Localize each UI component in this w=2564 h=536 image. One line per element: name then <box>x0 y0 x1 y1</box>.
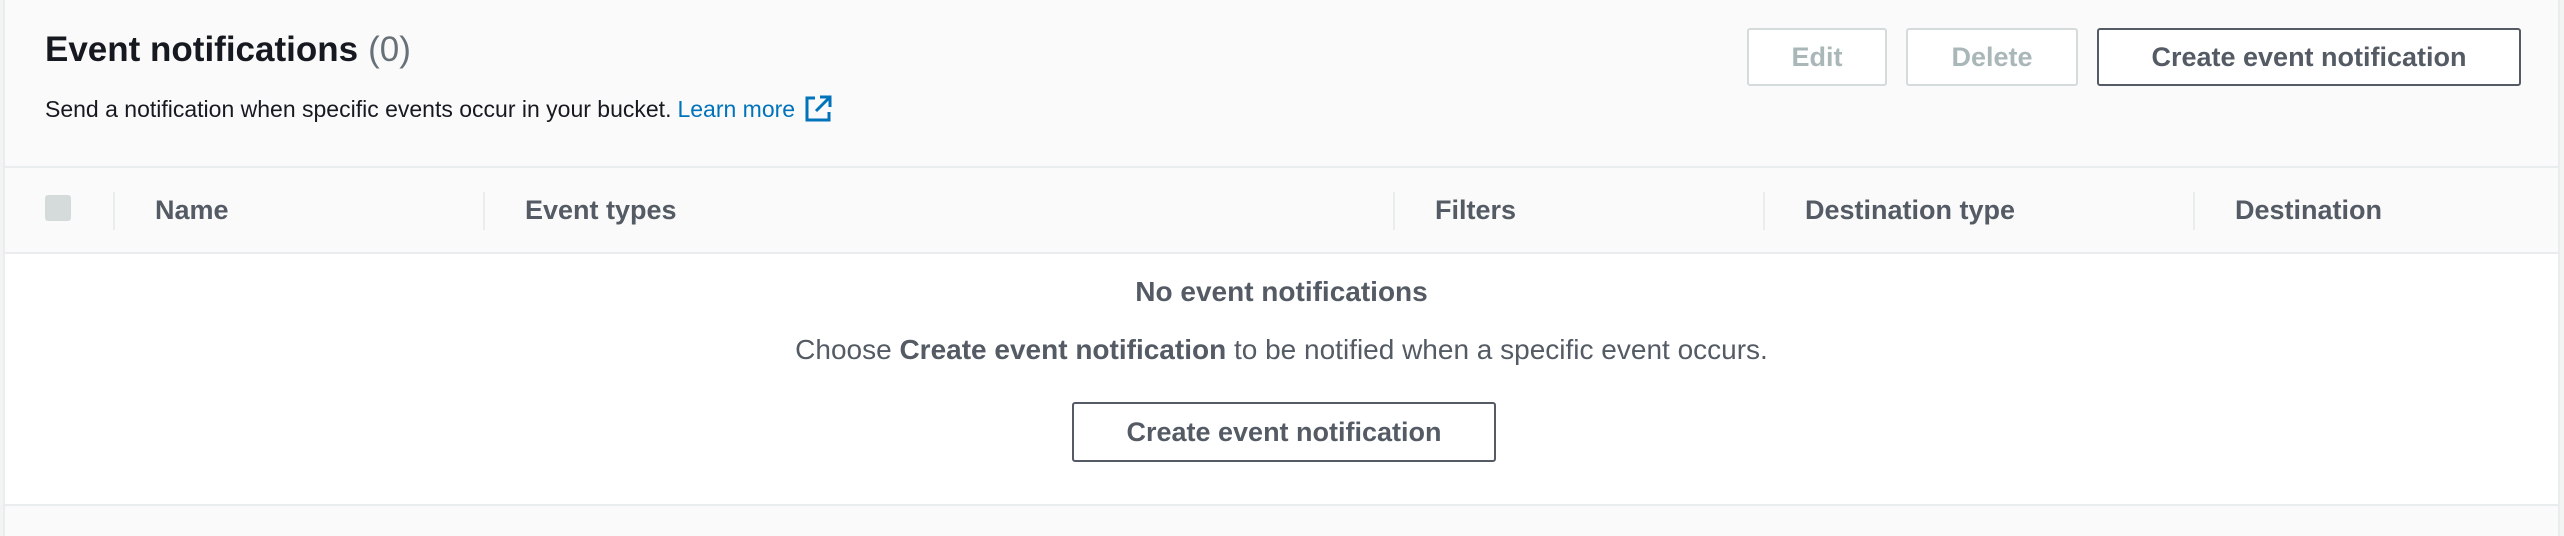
empty-state-title: No event notifications <box>1135 276 1428 307</box>
column-divider <box>2193 192 2195 230</box>
column-header-event-types[interactable]: Event types <box>525 168 677 252</box>
delete-button[interactable]: Delete <box>1906 28 2078 86</box>
create-event-notification-button[interactable]: Create event notification <box>2097 28 2521 86</box>
panel-description: Send a notification when specific events… <box>45 94 833 124</box>
panel-footer <box>5 506 2558 536</box>
empty-desc-bold: Create event notification <box>899 334 1227 365</box>
learn-more-link[interactable]: Learn more <box>677 94 833 124</box>
empty-state-description: Choose Create event notification to be n… <box>5 334 2558 366</box>
column-divider <box>1763 192 1765 230</box>
learn-more-label: Learn more <box>677 95 796 122</box>
description-text: Send a notification when specific events… <box>45 95 672 122</box>
column-divider <box>1393 192 1395 230</box>
empty-desc-suffix: to be notified when a specific event occ… <box>1226 334 1768 365</box>
column-header-destination-type[interactable]: Destination type <box>1805 168 2015 252</box>
notification-count: (0) <box>368 30 411 69</box>
column-header-filters[interactable]: Filters <box>1435 168 1516 252</box>
title-row: Event notifications (0) <box>45 30 411 70</box>
empty-create-event-notification-button[interactable]: Create event notification <box>1072 402 1496 462</box>
edit-button[interactable]: Edit <box>1747 28 1887 86</box>
select-all-checkbox[interactable] <box>45 195 71 221</box>
table-header: Name Event types Filters Destination typ… <box>5 168 2558 254</box>
page-title: Event notifications <box>45 30 359 69</box>
empty-state: No event notifications Choose Create eve… <box>5 254 2558 506</box>
external-link-icon <box>803 94 833 124</box>
event-notifications-panel: Event notifications (0) Send a notificat… <box>3 0 2560 536</box>
panel-header: Event notifications (0) Send a notificat… <box>5 0 2558 168</box>
column-divider <box>113 192 115 230</box>
column-header-name[interactable]: Name <box>155 168 229 252</box>
column-header-destination[interactable]: Destination <box>2235 168 2382 252</box>
empty-desc-prefix: Choose <box>795 334 900 365</box>
column-divider <box>483 192 485 230</box>
